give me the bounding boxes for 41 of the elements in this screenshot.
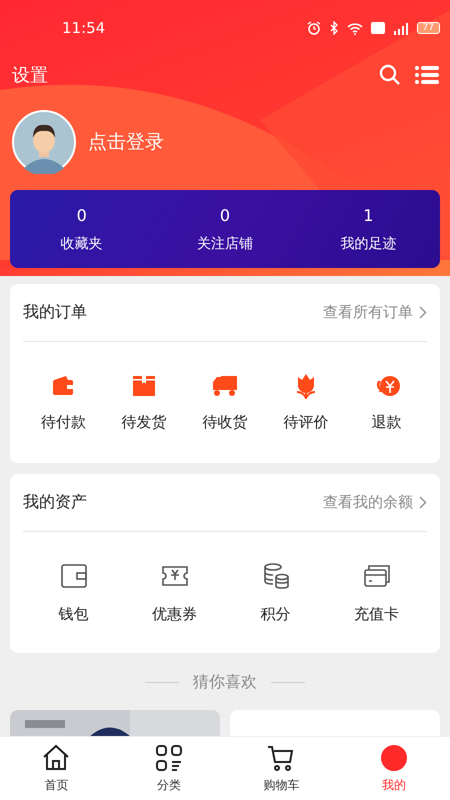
- avatar-icon[interactable]: [12, 110, 76, 174]
- battery-indicator: 77: [416, 22, 440, 34]
- order-status-label[interactable]: 待付款: [40, 413, 86, 432]
- stat-label[interactable]: 我的足迹: [340, 234, 396, 252]
- chevron-icon: [419, 496, 427, 509]
- stat-label[interactable]: 收藏夹: [60, 234, 103, 252]
- chevron-icon: [419, 306, 427, 319]
- status-time: 11:54: [62, 19, 106, 37]
- wallet-icon[interactable]: [58, 561, 88, 591]
- home-icon: [41, 743, 72, 773]
- order-status-label[interactable]: 待收货: [202, 413, 248, 432]
- alarm-icon: [306, 21, 321, 35]
- tab[interactable]: 首页: [0, 737, 112, 800]
- order-status-label[interactable]: 待评价: [283, 413, 328, 432]
- stat-label[interactable]: 关注店铺: [196, 234, 253, 252]
- stat-count[interactable]: 1: [363, 206, 374, 224]
- box-icon[interactable]: [131, 373, 158, 399]
- stat-count[interactable]: 0: [76, 206, 87, 224]
- bluetooth-icon: [328, 21, 339, 35]
- signal-icon: [392, 22, 409, 34]
- section-heading: 猜你喜欢: [193, 672, 257, 692]
- search-icon[interactable]: [379, 64, 401, 86]
- tab[interactable]: 分类: [112, 737, 225, 800]
- asset-label[interactable]: 充值卡: [354, 605, 399, 624]
- asset-label[interactable]: 积分: [260, 605, 290, 624]
- order-status-label[interactable]: 待发货: [122, 413, 167, 432]
- tab[interactable]: 购物车: [225, 737, 338, 800]
- section-title: 我的订单: [23, 302, 87, 323]
- stat-count[interactable]: 0: [220, 206, 230, 224]
- asset-label[interactable]: 钱包: [58, 605, 88, 624]
- view-all-link[interactable]: 查看所有订单: [323, 303, 427, 322]
- view-balance-link[interactable]: 查看我的余额: [323, 493, 427, 512]
- section-title: 我的资产: [23, 492, 87, 513]
- asset-label[interactable]: 优惠券: [152, 605, 197, 624]
- wifi-icon: [346, 22, 363, 34]
- grid-icon: [154, 743, 184, 773]
- settings-link[interactable]: 设置: [12, 63, 48, 87]
- menu-icon[interactable]: [415, 65, 439, 85]
- tab[interactable]: 我的: [338, 737, 450, 800]
- order-status-label[interactable]: 退款: [372, 413, 402, 432]
- truck-icon[interactable]: [212, 373, 238, 399]
